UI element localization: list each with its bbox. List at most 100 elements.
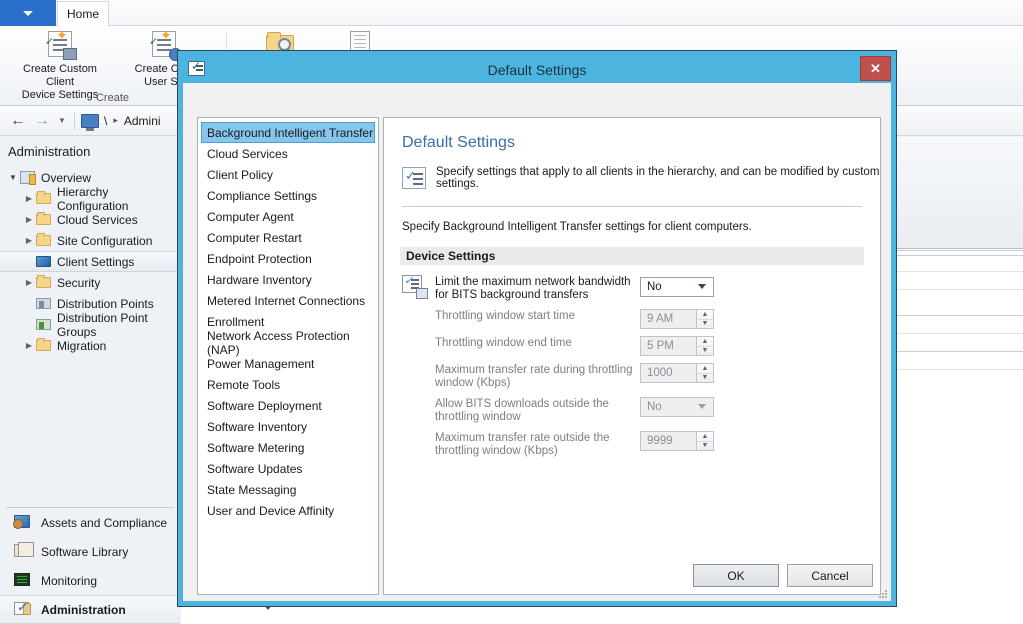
workspace-administration[interactable]: Administration [0,595,180,624]
chevron-down-icon [698,404,706,409]
category-label: Hardware Inventory [207,272,312,287]
tab-home-label: Home [66,7,99,21]
workspace-assets-and-compliance[interactable]: Assets and Compliance [0,508,180,537]
ribbon-tabstrip: Home [0,0,1023,26]
max-transfer-rate-during-value: 1000 [647,367,673,379]
throttling-start-time-value: 9 AM [647,313,674,325]
chevron-down-icon[interactable]: ▼ [54,110,70,132]
cancel-button[interactable]: Cancel [787,564,873,587]
category-software-inventory[interactable]: Software Inventory [201,416,375,437]
tree-item-label: Cloud Services [57,212,138,227]
setting-label: Maximum transfer rate outside the thrott… [435,432,610,457]
forward-arrow-icon[interactable]: → [30,110,54,132]
ok-button[interactable]: OK [693,564,779,587]
category-background-intelligent-transfer[interactable]: Background Intelligent Transfer [201,122,375,143]
expander-icon[interactable]: ▶ [22,236,36,245]
setting-row-max-rate-during: Maximum transfer rate during throttling … [402,363,880,390]
create-custom-client-user-settings-icon: ✓ ✦ [146,28,182,61]
panel-heading: Default Settings [402,134,515,151]
tree-item-label: Hierarchy Configuration [57,184,129,213]
divider [402,206,862,207]
page-title: Administration [8,144,91,159]
throttling-end-time-spinner[interactable]: 5 PM ▲ ▼ [640,336,714,356]
chevron-right-icon[interactable]: ▸ [113,115,118,126]
spinner-arrows-icon[interactable]: ▲ ▼ [696,364,713,382]
settings-category-list[interactable]: Background Intelligent Transfer Cloud Se… [197,117,379,595]
computer-icon [81,113,99,131]
category-computer-agent[interactable]: Computer Agent [201,206,375,227]
expander-icon[interactable]: ▶ [22,341,36,350]
client-settings-icon [188,59,205,76]
category-client-policy[interactable]: Client Policy [201,164,375,185]
settings-panel: Default Settings ✓ Specify settings that… [383,117,881,595]
category-software-metering[interactable]: Software Metering [201,437,375,458]
workspace-label: Assets and Compliance [41,515,168,530]
dialog-title: Default Settings [487,61,587,78]
expander-icon[interactable]: ▼ [6,173,20,182]
category-label: Software Inventory [207,419,308,434]
max-transfer-rate-during-spinner[interactable]: 1000 ▲ ▼ [640,363,714,383]
category-label: Endpoint Protection [207,251,312,266]
category-label: Network Access Protection (NAP) [207,328,350,357]
distribution-point-icon [36,297,52,311]
setting-row-max-rate-outside: Maximum transfer rate outside the thrott… [402,431,880,458]
section-header-device-settings: Device Settings [400,247,864,265]
setting-label: Maximum transfer rate during throttling … [435,364,633,389]
tree-item-security[interactable]: ▶ Security [0,272,179,293]
workspace-software-library[interactable]: Software Library [0,537,180,566]
folder-icon [36,337,52,353]
tree-item-label: Distribution Point Groups [57,310,148,339]
chevron-down-icon [23,10,33,16]
application-menu-button[interactable] [0,0,56,26]
category-compliance-settings[interactable]: Compliance Settings [201,185,375,206]
limit-bandwidth-select[interactable]: No [640,277,714,297]
category-label: Compliance Settings [207,188,318,203]
category-cloud-services[interactable]: Cloud Services [201,143,375,164]
category-network-access-protection[interactable]: Network Access Protection (NAP) [201,329,375,357]
category-hardware-inventory[interactable]: Hardware Inventory [201,269,375,290]
limit-bandwidth-value: No [647,281,662,293]
tree-item-client-settings[interactable]: Client Settings [0,251,179,272]
category-computer-restart[interactable]: Computer Restart [201,227,375,248]
close-icon[interactable]: ✕ [860,56,891,81]
workspace-label: Administration [41,602,126,617]
folder-icon [36,274,52,290]
spinner-arrows-icon[interactable]: ▲ ▼ [696,310,713,328]
screen: Home ✓ ✦ Create Custom Client Device Set… [0,0,1023,624]
workspace-switcher: Assets and Compliance Software Library M… [0,507,180,624]
allow-bits-downloads-select[interactable]: No [640,397,714,417]
spinner-arrows-icon[interactable]: ▲ ▼ [696,432,713,450]
category-metered-internet-connections[interactable]: Metered Internet Connections [201,290,375,311]
max-transfer-rate-outside-spinner[interactable]: 9999 ▲ ▼ [640,431,714,451]
workspace-monitoring[interactable]: Monitoring [0,566,180,595]
tree-item-distribution-point-groups[interactable]: Distribution Point Groups [0,311,179,339]
expander-icon[interactable]: ▶ [22,215,36,224]
category-label: Cloud Services [207,146,288,161]
navigation-pane: Administration ▼ Overview ▶ Hierarchy Co… [0,137,180,624]
category-software-deployment[interactable]: Software Deployment [201,395,375,416]
category-state-messaging[interactable]: State Messaging [201,479,375,500]
spinner-arrows-icon[interactable]: ▲ ▼ [696,337,713,355]
divider [74,111,75,130]
expander-icon[interactable]: ▶ [22,194,36,203]
panel-description: Specify settings that apply to all clien… [436,166,880,190]
tree-item-site-configuration[interactable]: ▶ Site Configuration [0,230,179,251]
back-arrow-icon[interactable]: ← [6,110,30,132]
tree-item-hierarchy-configuration[interactable]: ▶ Hierarchy Configuration [0,185,179,213]
resize-grip[interactable] [878,589,888,599]
setting-label: Limit the maximum network bandwidth for … [435,276,631,301]
tree-item-label: Overview [41,170,92,185]
category-software-updates[interactable]: Software Updates [201,458,375,479]
category-label: Software Deployment [207,398,322,413]
category-endpoint-protection[interactable]: Endpoint Protection [201,248,375,269]
category-label: Power Management [207,356,315,371]
category-remote-tools[interactable]: Remote Tools [201,374,375,395]
breadcrumb-administration[interactable]: Admini [124,114,161,128]
expander-icon[interactable]: ▶ [22,278,36,287]
tab-home[interactable]: Home [57,1,109,26]
monitor-icon [36,255,52,269]
dialog-title-bar[interactable]: Default Settings ✕ [183,56,891,83]
category-user-and-device-affinity[interactable]: User and Device Affinity [201,500,375,521]
throttling-start-time-spinner[interactable]: 9 AM ▲ ▼ [640,309,714,329]
breadcrumb-root[interactable]: \ [104,114,107,128]
